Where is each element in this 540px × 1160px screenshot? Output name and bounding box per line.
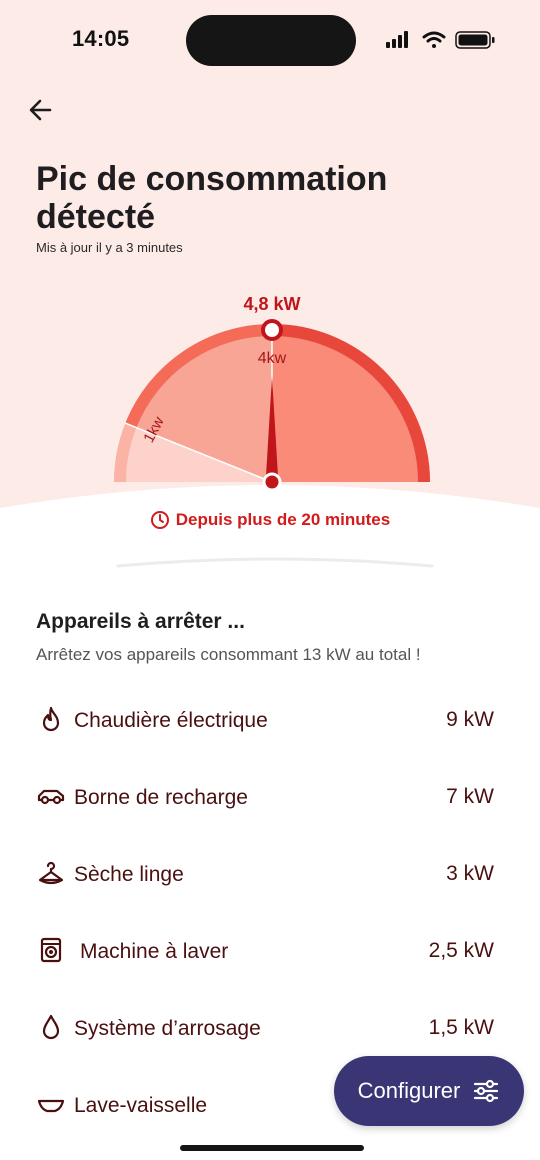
device-row-boiler[interactable]: Chaudière électrique 9 kW (0, 690, 540, 750)
device-name: Système d’arrosage (74, 1017, 261, 1040)
hanger-icon (38, 861, 64, 885)
gauge-pivot (262, 472, 282, 492)
consumption-gauge: 4kw 1kw 4,8 kW (113, 294, 430, 492)
device-power: 3 kW (446, 862, 494, 885)
home-indicator[interactable] (180, 1145, 364, 1151)
device-name: Borne de recharge (74, 786, 248, 809)
device-power: 1,5 kW (428, 1016, 494, 1039)
device-name: Sèche linge (74, 863, 184, 886)
configure-button[interactable]: Configurer (334, 1056, 524, 1126)
clock-icon (150, 511, 169, 529)
alert-duration-text: Depuis plus de 20 minutes (175, 510, 391, 529)
status-icons (386, 31, 495, 49)
dynamic-island (186, 15, 356, 66)
device-power: 9 kW (446, 708, 494, 731)
sliders-icon (474, 1079, 499, 1103)
device-power: 2,5 kW (428, 939, 494, 962)
flame-icon (42, 706, 60, 732)
last-updated: Mis à jour il y a 3 minutes (36, 240, 183, 255)
page-title: Pic de consommation détecté (36, 160, 388, 236)
gauge-current-value: 4,8 kW (243, 294, 300, 314)
device-name: Lave-vaisselle (74, 1094, 208, 1117)
devices-section-title: Appareils à arrêter ... (36, 610, 245, 633)
car-icon (37, 789, 65, 805)
device-row-charger[interactable]: Borne de recharge 7 kW (0, 767, 540, 827)
device-power: 7 kW (446, 785, 494, 808)
cellular-signal-icon (386, 31, 408, 48)
device-name: Machine à laver (80, 940, 229, 963)
gauge-marker (261, 319, 283, 341)
water-drop-icon (42, 1014, 60, 1040)
configure-button-label: Configurer (357, 1078, 461, 1103)
device-row-irrigation[interactable]: Système d’arrosage 1,5 kW (0, 998, 540, 1058)
status-bar: 14:05 (0, 0, 540, 80)
status-time: 14:05 (72, 26, 130, 51)
back-arrow-icon[interactable] (26, 94, 58, 126)
device-row-washer[interactable]: Machine à laver 2,5 kW (0, 921, 540, 981)
gauge-threshold-high-label: 4kw (258, 350, 287, 367)
devices-section-subtitle: Arrêtez vos appareils consommant 13 kW a… (36, 645, 421, 664)
wifi-icon (422, 31, 446, 48)
device-name: Chaudière électrique (74, 709, 268, 732)
device-row-dryer[interactable]: Sèche linge 3 kW (0, 844, 540, 904)
washing-machine-icon (40, 937, 62, 963)
alert-duration: Depuis plus de 20 minutes (0, 510, 540, 530)
battery-icon (455, 31, 495, 49)
dish-icon (37, 1099, 65, 1113)
